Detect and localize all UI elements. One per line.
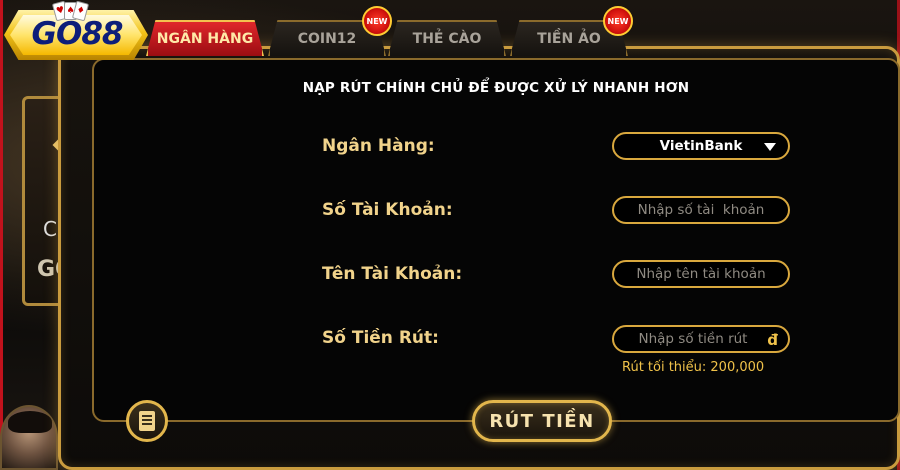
document-icon	[139, 411, 155, 431]
amount-input[interactable]	[614, 327, 788, 351]
withdraw-button[interactable]: RÚT TIỀN	[472, 400, 612, 442]
minimum-withdraw-note: Rút tối thiểu: 200,000	[622, 360, 765, 375]
background-letter: C	[43, 217, 57, 241]
account-number-input[interactable]	[614, 198, 788, 222]
new-badge-icon: NEW	[362, 6, 392, 36]
go88-logo: ♥ ♠ ♦ GO88	[4, 0, 150, 64]
bank-select[interactable]: VietinBank	[612, 132, 790, 160]
account-number-label: Số Tài Khoản:	[322, 200, 453, 220]
tab-label: THẺ CÀO	[412, 31, 482, 47]
avatar[interactable]	[0, 405, 58, 470]
tab-the-cao[interactable]: THẺ CÀO	[388, 20, 506, 56]
tab-ngan-hang[interactable]: NGÂN HÀNG	[146, 20, 264, 56]
account-name-input[interactable]	[614, 262, 788, 286]
notice-text: NẠP RÚT CHÍNH CHỦ ĐỂ ĐƯỢC XỬ LÝ NHANH HƠ…	[302, 80, 690, 96]
logo-text: GO88	[31, 16, 124, 52]
tab-label: COIN12	[297, 31, 357, 47]
amount-field: đ	[612, 325, 790, 353]
tab-label: NGÂN HÀNG	[156, 31, 254, 47]
account-name-label: Tên Tài Khoản:	[322, 264, 463, 284]
currency-icon: đ	[767, 331, 778, 349]
tab-label: TIỀN ẢO	[537, 31, 601, 47]
history-button[interactable]	[126, 400, 168, 442]
account-name-field	[612, 260, 790, 288]
bank-select-value: VietinBank	[659, 138, 743, 154]
account-number-field	[612, 196, 790, 224]
caret-down-icon	[764, 143, 776, 151]
new-badge-icon: NEW	[603, 6, 633, 36]
bank-label: Ngân Hàng:	[322, 136, 435, 156]
left-border	[0, 0, 3, 470]
form-container	[92, 58, 900, 422]
amount-label: Số Tiền Rút:	[322, 328, 439, 348]
